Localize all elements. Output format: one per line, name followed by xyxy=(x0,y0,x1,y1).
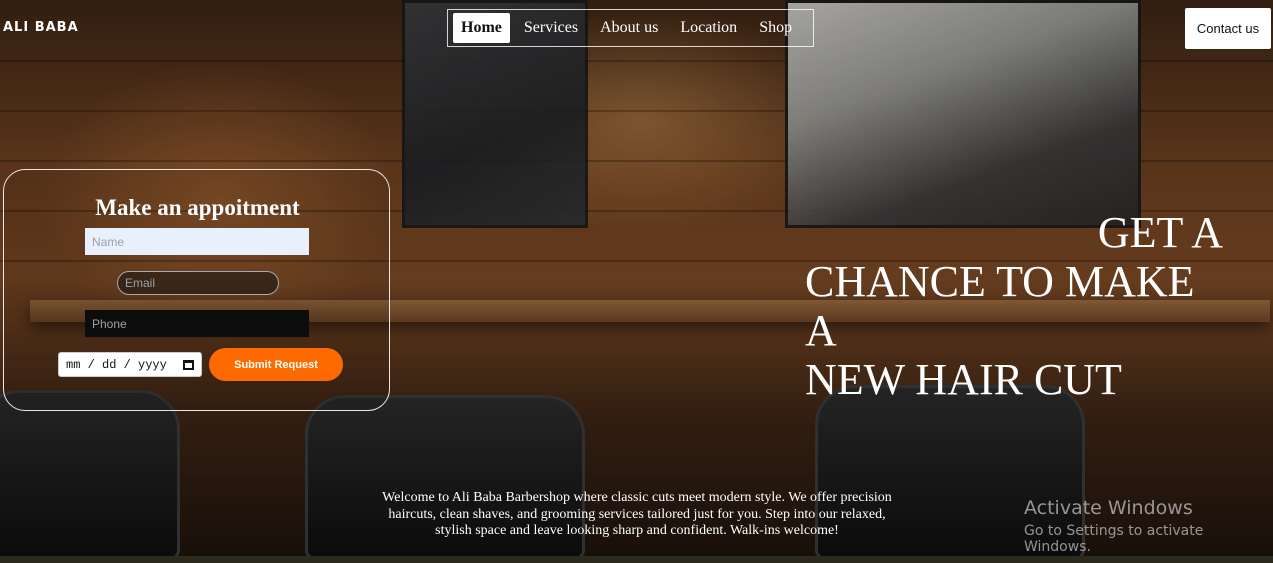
footer-strip xyxy=(0,556,1273,563)
nav-services[interactable]: Services xyxy=(516,13,586,43)
nav-location[interactable]: Location xyxy=(672,13,745,43)
hero-line-1: GET A xyxy=(1097,208,1223,257)
watermark-subtitle: Go to Settings to activate Windows. xyxy=(1024,523,1204,555)
name-input[interactable] xyxy=(85,228,309,255)
hero-heading: GET A CHANCE TO MAKE A NEW HAIR CUT xyxy=(805,208,1225,404)
nav-home[interactable]: Home xyxy=(453,13,510,43)
nav-shop[interactable]: Shop xyxy=(751,13,800,43)
calendar-icon[interactable] xyxy=(183,359,194,370)
main-nav: Home Services About us Location Shop xyxy=(447,9,814,47)
hero-line-3: NEW HAIR CUT xyxy=(805,355,1122,404)
email-input[interactable] xyxy=(117,271,279,295)
contact-us-button[interactable]: Contact us xyxy=(1185,8,1271,49)
brand-logo[interactable]: ALI BABA xyxy=(3,20,79,35)
welcome-text: Welcome to Ali Baba Barbershop where cla… xyxy=(382,490,892,538)
date-placeholder: mm / dd / yyyy xyxy=(66,357,167,372)
hero-line-2: CHANCE TO MAKE A xyxy=(805,257,1195,355)
appointment-title: Make an appoitment xyxy=(95,195,300,220)
appointment-form: Make an appoitment mm / dd / yyyy Submit… xyxy=(3,169,390,411)
date-input[interactable]: mm / dd / yyyy xyxy=(58,352,202,377)
phone-input[interactable] xyxy=(85,310,309,337)
activate-windows-watermark: Activate Windows Go to Settings to activ… xyxy=(1024,497,1273,555)
watermark-title: Activate Windows xyxy=(1024,497,1193,519)
submit-request-button[interactable]: Submit Request xyxy=(209,348,343,381)
nav-about-us[interactable]: About us xyxy=(592,13,666,43)
